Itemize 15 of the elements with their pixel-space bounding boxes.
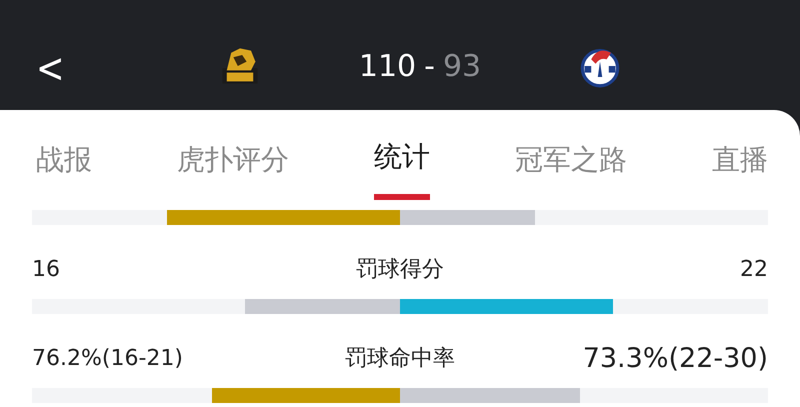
- tab[interactable]: 战报: [36, 134, 92, 200]
- tab[interactable]: 虎扑评分: [177, 134, 289, 200]
- away-stat-value: 22: [740, 256, 768, 282]
- home-score: 110: [358, 48, 416, 84]
- tab[interactable]: 冠军之路: [515, 134, 627, 200]
- score-separator: -: [424, 48, 435, 84]
- stat-label: 罚球得分: [356, 256, 444, 284]
- tab[interactable]: 统计: [374, 134, 430, 200]
- away-score: 93: [442, 48, 482, 84]
- back-button[interactable]: <: [36, 48, 64, 90]
- home-stat-value: 16: [32, 256, 60, 282]
- away-stat-value: 73.3%(22-30): [582, 342, 768, 374]
- tab[interactable]: 直播: [712, 134, 768, 200]
- home-stat-value: 76.2%(16-21): [32, 346, 183, 370]
- stat-label: 罚球命中率: [345, 345, 455, 373]
